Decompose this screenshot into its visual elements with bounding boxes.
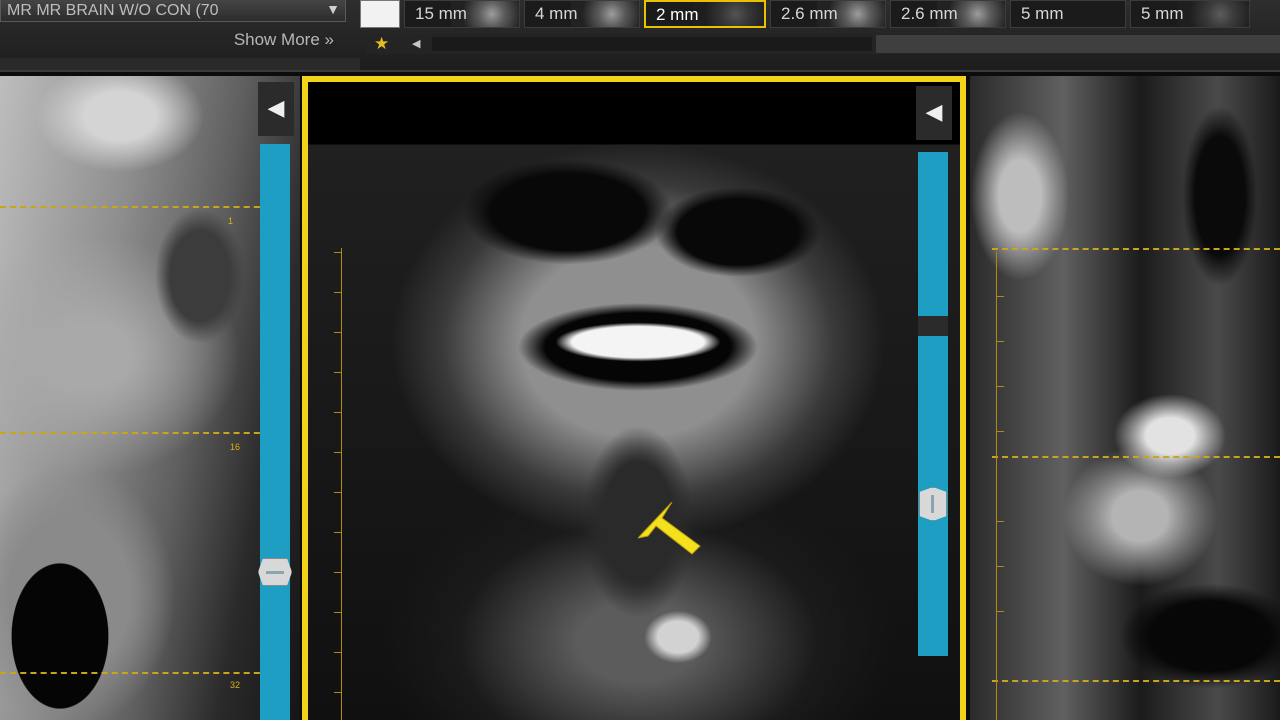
- series-thumbnail[interactable]: 2.6 mm: [770, 0, 886, 28]
- reference-line-number: 32: [230, 680, 241, 690]
- thumbnail-label: 5 mm: [1141, 4, 1184, 23]
- thumbnail-label: 5 mm: [1021, 4, 1064, 23]
- viewport-right[interactable]: [970, 76, 1280, 720]
- series-description-text: MR MR BRAIN W/O CON (70: [7, 2, 219, 19]
- series-thumbnail[interactable]: 2.6 mm: [890, 0, 1006, 28]
- slice-navigation-bar[interactable]: [260, 144, 290, 720]
- ruler-tick: [334, 292, 342, 293]
- scroll-thumb[interactable]: [876, 35, 1280, 53]
- ruler-tick: [996, 386, 1004, 387]
- ruler-tick: [996, 431, 1004, 432]
- series-thumbnail[interactable]: 5 mm: [1010, 0, 1126, 28]
- thumbnail-label: 15 mm: [415, 4, 467, 23]
- series-thumbnail-selected[interactable]: 2 mm: [644, 0, 766, 28]
- viewport-left[interactable]: 1 16 32 ◀: [0, 76, 300, 720]
- ruler-tick: [334, 412, 342, 413]
- reference-line: [0, 206, 270, 208]
- chevrons-down-icon[interactable]: ▼: [323, 0, 343, 20]
- slice-slider-handle[interactable]: [919, 487, 947, 521]
- mri-image-coronal: [308, 82, 960, 720]
- show-more-label: Show More: [233, 30, 320, 49]
- ruler-tick: [334, 652, 342, 653]
- toolbar-left-panel: [0, 58, 360, 70]
- slice-navigation-bar[interactable]: [918, 152, 948, 316]
- ruler-tick: [996, 611, 1004, 612]
- series-thumbnail[interactable]: [360, 0, 400, 28]
- ruler-tick: [996, 566, 1004, 567]
- slice-navigation-gap: [918, 316, 948, 336]
- ruler-tick: [334, 532, 342, 533]
- scale-ruler: [996, 252, 997, 720]
- reference-line-number: 1: [228, 216, 234, 226]
- series-thumbnail-strip: 15 mm 4 mm 2 mm 2.6 mm 2.6 mm 5 mm 5 mm: [360, 0, 1280, 30]
- ruler-tick: [334, 612, 342, 613]
- ruler-tick: [996, 296, 1004, 297]
- ruler-tick: [334, 452, 342, 453]
- series-thumbnail[interactable]: 15 mm: [404, 0, 520, 28]
- collapse-viewport-button[interactable]: ◀: [916, 86, 952, 140]
- series-thumbnail[interactable]: 5 mm: [1130, 0, 1250, 28]
- reference-line: [0, 672, 270, 674]
- scale-ruler: [341, 248, 342, 720]
- reference-line: [992, 456, 1280, 458]
- top-toolbar: MR MR BRAIN W/O CON (70 ▼ Show More » 15…: [0, 0, 1280, 72]
- caret-left-icon[interactable]: ◀: [412, 34, 420, 54]
- reference-line: [992, 248, 1280, 250]
- thumbnail-label: 2 mm: [656, 5, 699, 24]
- reference-line: [0, 432, 270, 434]
- series-description-dropdown[interactable]: MR MR BRAIN W/O CON (70 ▼: [0, 0, 346, 22]
- ruler-tick: [334, 492, 342, 493]
- series-thumbnail[interactable]: 4 mm: [524, 0, 640, 28]
- mri-image-sagittal: [0, 76, 300, 720]
- ruler-tick: [334, 252, 342, 253]
- scroll-track[interactable]: [432, 37, 872, 51]
- thumbnail-label: 4 mm: [535, 4, 578, 23]
- viewport-center-active[interactable]: ◀: [302, 76, 966, 720]
- reference-line-number: 16: [230, 442, 241, 452]
- caret-left-icon: ◀: [267, 96, 285, 121]
- double-chevron-down-icon: »: [324, 30, 334, 49]
- show-more-button[interactable]: Show More »: [180, 28, 340, 52]
- thumbnail-label: 2.6 mm: [781, 4, 838, 23]
- thumbnail-label: 2.6 mm: [901, 4, 958, 23]
- slice-slider-handle[interactable]: [258, 558, 292, 586]
- ruler-tick: [996, 521, 1004, 522]
- ruler-tick: [334, 372, 342, 373]
- thumbnail-scrollbar[interactable]: ★ ◀: [366, 34, 1280, 54]
- caret-left-icon: ◀: [925, 100, 943, 125]
- star-icon[interactable]: ★: [374, 34, 389, 54]
- reference-line: [992, 680, 1280, 682]
- ruler-tick: [334, 572, 342, 573]
- ruler-tick: [334, 332, 342, 333]
- ruler-tick: [334, 692, 342, 693]
- collapse-viewport-button[interactable]: ◀: [258, 82, 294, 136]
- mri-image-diffusion: [970, 76, 1280, 720]
- arrow-pointer-icon: [638, 502, 701, 555]
- ruler-tick: [996, 341, 1004, 342]
